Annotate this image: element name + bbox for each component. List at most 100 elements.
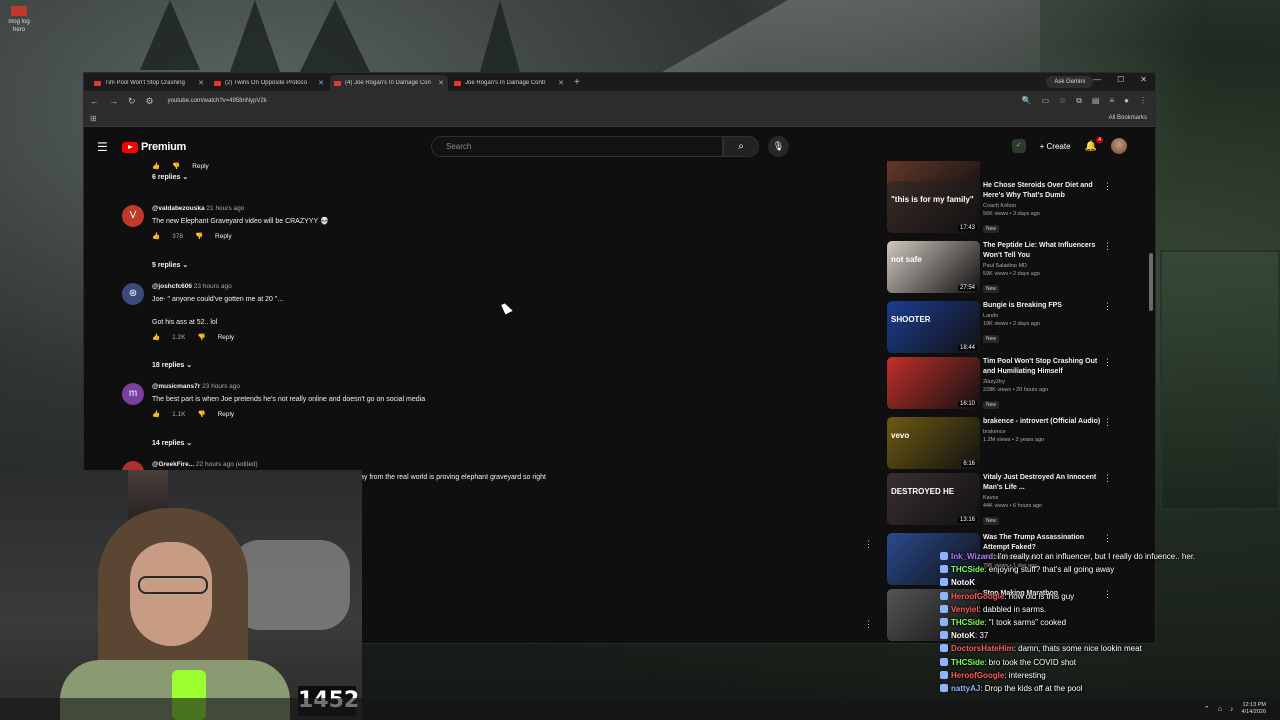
chat-username[interactable]: Venyiel bbox=[951, 605, 979, 614]
chat-username[interactable]: HeroofGoogle bbox=[951, 671, 1004, 680]
related-video-item[interactable]: DESTROYED HE 13:16 Vitaly Just Destroyed A… bbox=[887, 473, 1147, 529]
video-title[interactable]: Vitaly Just Destroyed An Innocent Man's … bbox=[983, 473, 1103, 493]
video-title[interactable]: Tim Pool Won't Stop Crashing Out and Hum… bbox=[983, 357, 1103, 377]
account-avatar[interactable] bbox=[1111, 138, 1127, 154]
chat-username[interactable]: THCSide bbox=[951, 565, 984, 574]
avatar[interactable]: m bbox=[122, 383, 144, 405]
close-tab-icon[interactable]: ✕ bbox=[318, 79, 324, 87]
video-title[interactable]: brakence - introvert (Official Audio) bbox=[983, 417, 1103, 427]
close-tab-icon[interactable]: ✕ bbox=[198, 79, 204, 87]
comment-author[interactable]: @valdabezouska bbox=[152, 205, 205, 212]
avatar[interactable]: ⊛ bbox=[122, 283, 144, 305]
network-icon[interactable]: ⌂ bbox=[1218, 706, 1222, 713]
like-icon[interactable]: 👍 bbox=[152, 333, 160, 341]
video-menu-icon[interactable]: ⋮ bbox=[1103, 357, 1112, 368]
chat-username[interactable]: THCSide bbox=[951, 618, 984, 627]
video-thumbnail[interactable]: vevo 6:16 bbox=[887, 417, 980, 469]
forward-icon[interactable]: → bbox=[109, 96, 118, 106]
video-menu-icon[interactable]: ⋮ bbox=[1103, 417, 1112, 428]
reply-button[interactable]: Reply bbox=[218, 334, 235, 341]
search-input[interactable]: Search bbox=[431, 136, 723, 157]
site-info-icon[interactable]: ⚙ bbox=[146, 96, 154, 107]
minimize-icon[interactable]: — bbox=[1093, 75, 1101, 84]
reply-button[interactable]: Reply bbox=[218, 411, 235, 418]
video-thumbnail[interactable]: DESTROYED HE 13:16 bbox=[887, 473, 980, 525]
apps-grid-icon[interactable]: ⊞ bbox=[90, 114, 97, 123]
zoom-icon[interactable]: 🔍 bbox=[1022, 96, 1032, 106]
video-menu-icon[interactable]: ⋮ bbox=[1103, 241, 1112, 252]
video-thumbnail[interactable]: not safe 27:54 bbox=[887, 241, 980, 293]
related-video-item[interactable]: vevo 6:16 brakence - introvert (Official A… bbox=[887, 417, 1147, 473]
video-channel[interactable]: Paul Saladino MD bbox=[983, 263, 1103, 269]
back-icon[interactable]: ← bbox=[90, 96, 99, 106]
related-video-item[interactable]: not safe 27:54 The Peptide Lie: What Influ… bbox=[887, 241, 1147, 297]
close-tab-icon[interactable]: ✕ bbox=[438, 79, 444, 87]
system-clock[interactable]: 12:13 PM 4/14/2026 bbox=[1242, 702, 1266, 716]
video-menu-icon[interactable]: ⋮ bbox=[1103, 301, 1112, 312]
video-channel[interactable]: brakence bbox=[983, 429, 1103, 435]
related-video-item[interactable]: "this is for my family" 17:43 He Chose Ste… bbox=[887, 181, 1147, 237]
video-channel[interactable]: Kavos bbox=[983, 495, 1103, 501]
extension-chip-icon[interactable]: ✓ bbox=[1011, 139, 1026, 153]
ask-gemini-button[interactable]: Ask Gemini bbox=[1046, 76, 1093, 88]
profile-icon[interactable]: ● bbox=[1124, 96, 1129, 106]
tab-4[interactable]: Joe Rogan's In Damage Contr ✕ bbox=[450, 75, 568, 91]
chat-username[interactable]: Ink_Wizard bbox=[951, 552, 993, 561]
dislike-icon[interactable]: 👎 bbox=[197, 333, 205, 341]
volume-icon[interactable]: ♪ bbox=[1230, 706, 1234, 713]
video-thumbnail[interactable]: 16:10 bbox=[887, 357, 980, 409]
dislike-icon[interactable]: 👎 bbox=[195, 232, 203, 240]
video-channel[interactable]: 2lazy2try bbox=[983, 379, 1103, 385]
cast-icon[interactable]: ▭ bbox=[1041, 96, 1049, 106]
all-bookmarks-button[interactable]: All Bookmarks bbox=[1109, 115, 1147, 121]
related-video-item[interactable]: 16:10 Tim Pool Won't Stop Crashing Out an… bbox=[887, 357, 1147, 413]
comment-menu-icon[interactable]: ⋮ bbox=[864, 619, 873, 630]
close-tab-icon[interactable]: ✕ bbox=[558, 79, 564, 87]
video-title[interactable]: The Peptide Lie: What Influencers Won't … bbox=[983, 241, 1103, 261]
video-thumbnail[interactable]: "this is for my family" 17:43 bbox=[887, 181, 980, 233]
url-field[interactable]: youtube.com/watch?v=4958nNypV2k bbox=[168, 98, 267, 104]
dislike-icon[interactable]: 👎 bbox=[172, 162, 180, 170]
like-icon[interactable]: 👍 bbox=[152, 410, 160, 418]
video-title[interactable]: Bungie is Breaking FPS bbox=[983, 301, 1103, 311]
tab-1[interactable]: Tim Pool Won't Stop Crashing ✕ bbox=[90, 75, 208, 91]
tab-2[interactable]: (2) Twins On Opposite Protoco ✕ bbox=[210, 75, 328, 91]
notifications-button[interactable]: 🔔 4 bbox=[1085, 136, 1103, 152]
comment-author[interactable]: @musicmans7r bbox=[152, 383, 200, 390]
chat-username[interactable]: NotoK bbox=[951, 578, 975, 587]
related-video-item[interactable]: SHOOTER 18:44 Bungie is Breaking FPS Lando 1… bbox=[887, 301, 1147, 357]
comment-menu-icon[interactable]: ⋮ bbox=[864, 539, 873, 550]
video-menu-icon[interactable]: ⋮ bbox=[1103, 533, 1112, 544]
create-button[interactable]: + Create bbox=[1040, 142, 1071, 151]
maximize-icon[interactable]: ☐ bbox=[1117, 75, 1124, 84]
chat-username[interactable]: DoctorsHateHim bbox=[951, 644, 1014, 653]
comment-author[interactable]: @joshcfc606 bbox=[152, 283, 192, 290]
reply-button[interactable]: Reply bbox=[215, 233, 232, 240]
chat-username[interactable]: HeroofGoogle bbox=[951, 592, 1004, 601]
hamburger-menu-icon[interactable]: ☰ bbox=[97, 140, 108, 154]
view-replies-button[interactable]: 5 replies ⌄ bbox=[152, 261, 188, 269]
search-button[interactable]: ⌕ bbox=[723, 136, 759, 157]
avatar[interactable]: V bbox=[122, 205, 144, 227]
bookmark-star-icon[interactable]: ☆ bbox=[1059, 96, 1066, 106]
video-title[interactable]: He Chose Steroids Over Diet and Here's W… bbox=[983, 181, 1103, 201]
reply-button[interactable]: Reply bbox=[192, 163, 209, 170]
view-replies-button[interactable]: 18 replies ⌄ bbox=[152, 361, 192, 369]
desktop-shortcut[interactable]: mog log hero bbox=[4, 6, 34, 34]
comment-author[interactable]: @GreekFire... bbox=[152, 461, 194, 468]
chat-username[interactable]: nattyAJ bbox=[951, 684, 980, 693]
voice-search-button[interactable]: 🎙 bbox=[768, 136, 789, 157]
video-menu-icon[interactable]: ⋮ bbox=[1103, 473, 1112, 484]
like-icon[interactable]: 👍 bbox=[152, 232, 160, 240]
reload-icon[interactable]: ↻ bbox=[128, 96, 136, 107]
tab-3[interactable]: (4) Joe Rogan's In Damage Con ✕ bbox=[330, 75, 448, 91]
tray-chevron-icon[interactable]: ⌃ bbox=[1204, 705, 1210, 713]
scrollbar-thumb[interactable] bbox=[1149, 253, 1153, 311]
chat-username[interactable]: NotoK bbox=[951, 631, 975, 640]
browser-menu-icon[interactable]: ⋮ bbox=[1139, 96, 1147, 106]
media-icon[interactable]: ≡ bbox=[1109, 96, 1114, 106]
view-replies-button[interactable]: 6 replies ⌄ bbox=[152, 173, 188, 181]
chat-username[interactable]: THCSide bbox=[951, 658, 984, 667]
like-icon[interactable]: 👍 bbox=[152, 162, 160, 170]
video-menu-icon[interactable]: ⋮ bbox=[1103, 161, 1112, 162]
